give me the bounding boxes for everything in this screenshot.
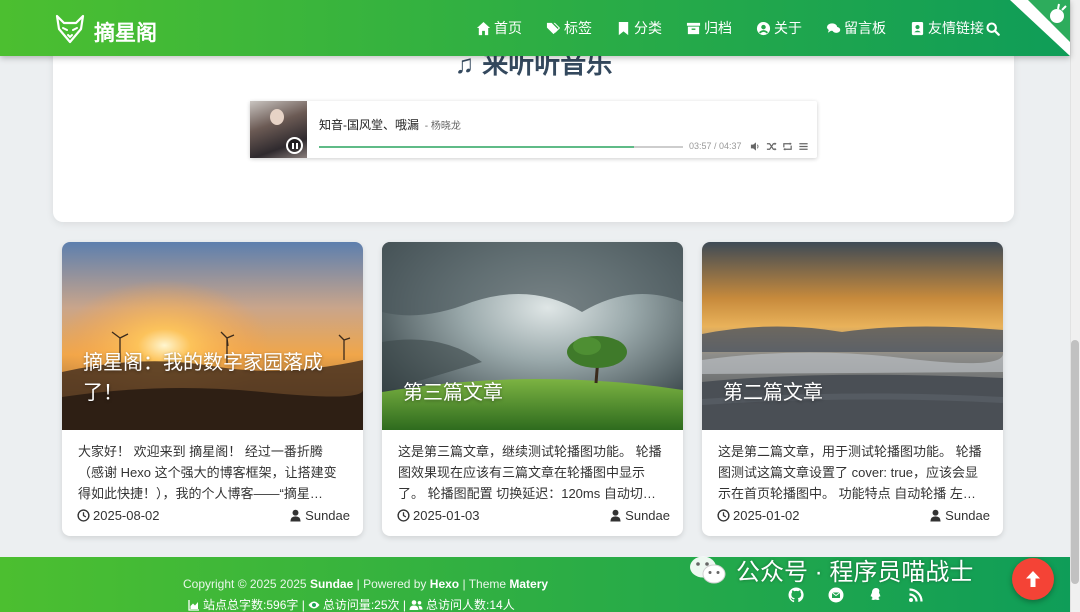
post-summary: 这是第二篇文章，用于测试轮播图功能。 轮播图测试这篇文章设置了 cover: t… (718, 444, 982, 501)
nav-label: 标签 (564, 20, 592, 36)
wechat-icon (690, 556, 726, 583)
post-author[interactable]: Sundae (929, 508, 990, 523)
clock-icon (397, 509, 410, 522)
clock-icon (77, 509, 90, 522)
user-icon (610, 509, 621, 522)
main-nav: 首页 标签 分类 归档 关于 留言板 友情链接 (476, 0, 1008, 56)
cover-figure (270, 109, 284, 125)
post-summary: 这是第三篇文章，继续测试轮播图功能。 轮播图效果现在应该有三篇文章在轮播图中显示… (398, 444, 662, 501)
arrow-up-icon (1026, 571, 1040, 587)
post-summary: 大家好！ 欢迎来到 摘星阁！ 经过一番折腾（感谢 Hexo 这个强大的博客框架，… (78, 444, 337, 501)
nav-tags[interactable]: 标签 (546, 18, 592, 38)
nav-friend-links[interactable]: 友情链接 (910, 18, 984, 38)
nav-guestbook[interactable]: 留言板 (826, 18, 886, 38)
progress-fill (319, 146, 635, 148)
song-info: 知音-国风堂、哦漏 - 杨晓龙 (319, 116, 461, 133)
nav-label: 留言板 (844, 20, 886, 36)
post-card[interactable]: 摘星阁：我的数字家园落成了！ 大家好！ 欢迎来到 摘星阁！ 经过一番折腾（感谢 … (62, 242, 363, 536)
post-cover-image[interactable]: 第三篇文章 (382, 242, 683, 430)
song-artist: - 杨晓龙 (422, 121, 461, 132)
archive-icon (686, 22, 701, 34)
nav-label: 关于 (774, 20, 802, 36)
song-title: 知音-国风堂、哦漏 (319, 118, 419, 132)
fox-logo-icon[interactable] (54, 13, 86, 45)
post-title[interactable]: 第三篇文章 (403, 378, 663, 408)
search-icon[interactable] (986, 22, 1000, 36)
site-title[interactable]: 摘星阁 (94, 17, 157, 47)
post-author[interactable]: Sundae (609, 508, 670, 523)
post-cover-image[interactable]: 摘星阁：我的数字家园落成了！ (62, 242, 363, 430)
nav-label: 分类 (634, 20, 662, 36)
eye-icon (308, 601, 320, 608)
album-cover[interactable] (250, 101, 307, 158)
nav-about[interactable]: 关于 (756, 18, 802, 38)
nav-label: 归档 (704, 20, 732, 36)
comments-icon (826, 22, 841, 33)
tags-icon (546, 22, 561, 34)
scrollbar-thumb[interactable] (1071, 340, 1079, 584)
post-card[interactable]: 第二篇文章 这是第二篇文章，用于测试轮播图功能。 轮播图测试这篇文章设置了 co… (702, 242, 1003, 536)
user-circle-icon (756, 21, 771, 35)
github-icon[interactable] (788, 587, 804, 603)
rss-icon[interactable] (908, 587, 924, 603)
repeat-icon[interactable] (782, 141, 793, 152)
home-icon (476, 21, 491, 35)
post-date: 2025-01-02 (717, 508, 800, 523)
hexo-link[interactable]: Hexo (430, 577, 459, 591)
matery-link[interactable]: Matery (509, 577, 548, 591)
address-card-icon (911, 21, 924, 35)
site-stats: 站点总字数: 596 字 | 总访问量: 25 次 | 总访问人数: 14 人 (188, 596, 515, 612)
wechat-watermark: 公众号 · 程序员喵战士 (688, 552, 973, 587)
post-title[interactable]: 摘星阁：我的数字家园落成了！ (83, 348, 343, 408)
back-to-top-button[interactable] (1012, 558, 1054, 600)
playlist-icon[interactable] (798, 141, 809, 152)
volume-icon[interactable] (750, 141, 761, 152)
shuffle-icon[interactable] (766, 141, 777, 152)
nav-home[interactable]: 首页 (476, 18, 522, 38)
social-links (788, 587, 948, 603)
site-header: 摘星阁 首页 标签 分类 归档 关于 留言板 友情链接 (0, 0, 1070, 56)
nav-archive[interactable]: 归档 (686, 18, 732, 38)
github-corner-icon[interactable] (1010, 0, 1070, 56)
copyright-text: Copyright © 2025 2025 Sundae | Powered b… (183, 577, 549, 591)
pause-icon[interactable] (286, 137, 303, 154)
user-icon (930, 509, 941, 522)
post-cover-image[interactable]: 第二篇文章 (702, 242, 1003, 430)
nav-categories[interactable]: 分类 (616, 18, 662, 38)
play-time: 03:57 / 04:37 (689, 141, 742, 151)
post-card[interactable]: 第三篇文章 这是第三篇文章，继续测试轮播图功能。 轮播图效果现在应该有三篇文章在… (382, 242, 683, 536)
progress-bar[interactable] (319, 146, 683, 148)
post-date: 2025-01-03 (397, 508, 480, 523)
area-chart-icon (188, 599, 199, 611)
qq-icon[interactable] (868, 587, 884, 603)
bookmark-icon (618, 21, 629, 35)
nav-label: 友情链接 (928, 20, 984, 36)
post-author[interactable]: Sundae (289, 508, 350, 523)
post-date: 2025-08-02 (77, 508, 160, 523)
nav-label: 首页 (494, 20, 522, 36)
author-link[interactable]: Sundae (310, 577, 353, 591)
post-title[interactable]: 第二篇文章 (723, 378, 983, 408)
music-player: 知音-国风堂、哦漏 - 杨晓龙 03:57 / 04:37 (250, 101, 817, 158)
users-icon (409, 599, 423, 610)
clock-icon (717, 509, 730, 522)
mail-icon[interactable] (828, 587, 844, 603)
user-icon (290, 509, 301, 522)
